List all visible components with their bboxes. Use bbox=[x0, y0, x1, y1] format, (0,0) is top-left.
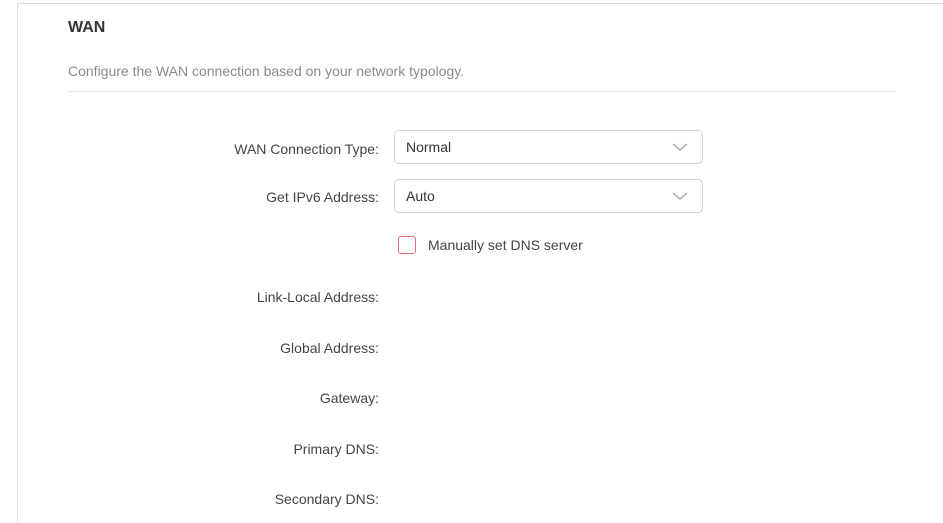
manual-dns-checkbox[interactable] bbox=[398, 236, 416, 254]
wan-settings-panel bbox=[17, 3, 943, 523]
wan-connection-type-label: WAN Connection Type: bbox=[234, 141, 379, 157]
chevron-down-icon bbox=[672, 143, 688, 151]
section-title: WAN bbox=[68, 19, 106, 36]
primary-dns-label: Primary DNS: bbox=[293, 441, 379, 457]
get-ipv6-address-select[interactable]: Auto bbox=[394, 179, 703, 213]
global-address-label: Global Address: bbox=[280, 340, 379, 356]
section-divider bbox=[68, 91, 896, 92]
wan-connection-type-value: Normal bbox=[406, 139, 452, 155]
section-description: Configure the WAN connection based on yo… bbox=[68, 63, 465, 79]
secondary-dns-label: Secondary DNS: bbox=[274, 491, 379, 507]
get-ipv6-address-label: Get IPv6 Address: bbox=[266, 189, 379, 205]
manual-dns-label[interactable]: Manually set DNS server bbox=[428, 237, 583, 253]
wan-connection-type-select[interactable]: Normal bbox=[394, 130, 703, 164]
gateway-label: Gateway: bbox=[319, 390, 379, 406]
chevron-down-icon bbox=[672, 192, 688, 200]
link-local-address-label: Link-Local Address: bbox=[256, 289, 379, 305]
get-ipv6-address-value: Auto bbox=[406, 188, 435, 204]
